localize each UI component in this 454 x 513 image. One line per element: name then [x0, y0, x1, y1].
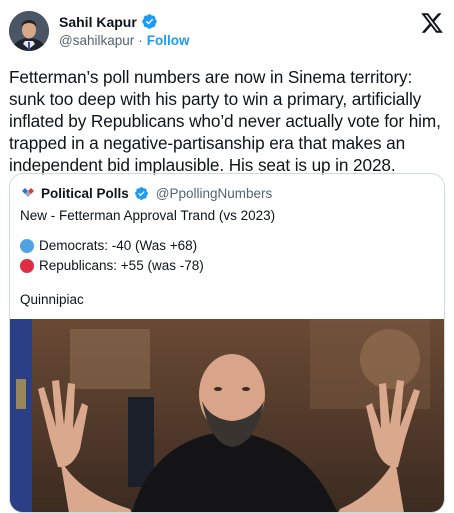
quoted-title: New - Fetterman Approval Trand (vs 2023)	[20, 208, 276, 223]
author-handle-row: @sahilkapur · Follow	[59, 33, 190, 48]
democrats-stat: Democrats: -40 (Was +68)	[39, 238, 198, 253]
quoted-tweet-header: Political Polls @PpollingNumbers	[20, 185, 272, 201]
author-name-row: Sahil Kapur	[59, 13, 158, 30]
quoted-line-democrats: Democrats: -40 (Was +68)	[20, 238, 197, 253]
quoted-tweet[interactable]: Political Polls @PpollingNumbers New - F…	[9, 173, 445, 513]
red-circle-icon	[20, 258, 34, 273]
verified-badge-icon	[142, 14, 157, 29]
follow-button[interactable]: Follow	[147, 33, 190, 48]
quoted-photo[interactable]	[10, 319, 445, 513]
separator-dot: ·	[138, 33, 143, 48]
x-logo-icon[interactable]	[420, 11, 444, 35]
political-polls-logo-icon	[22, 188, 34, 197]
verified-badge-icon	[134, 186, 148, 200]
author-avatar[interactable]	[9, 11, 49, 51]
author-handle[interactable]: @sahilkapur	[59, 33, 134, 48]
author-display-name[interactable]: Sahil Kapur	[59, 14, 137, 30]
tweet-text: Fetterman’s poll numbers are now in Sine…	[9, 67, 441, 175]
quoted-source: Quinnipiac	[20, 292, 84, 307]
republicans-stat: Republicans: +55 (was -78)	[39, 258, 204, 273]
blue-circle-icon	[20, 238, 34, 253]
quoted-line-republicans: Republicans: +55 (was -78)	[20, 258, 204, 273]
quoted-display-name[interactable]: Political Polls	[41, 186, 129, 201]
tweet-card: Sahil Kapur @sahilkapur · Follow Fetterm…	[0, 0, 454, 513]
quoted-handle[interactable]: @PpollingNumbers	[156, 186, 273, 201]
